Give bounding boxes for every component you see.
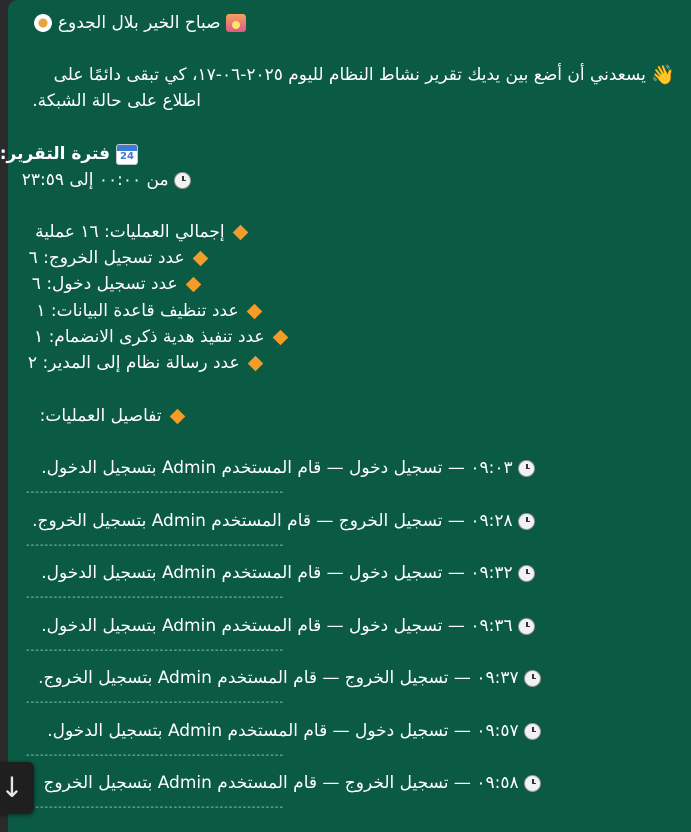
waving-hand-icon: 👋 xyxy=(651,64,675,86)
intro-text-2: اطلاع على حالة الشبكة. xyxy=(32,91,201,111)
clock-icon xyxy=(524,669,541,687)
stat-text: عدد تسجيل الخروج: ٦ xyxy=(28,248,185,268)
total-ops: إجمالي العمليات: ١٦ عملية xyxy=(35,222,225,242)
separator: ----------------------------------------… xyxy=(26,697,285,708)
intro-text-1: يسعدني أن أضع بين يديك تقرير نشاط النظام… xyxy=(53,65,646,85)
separator: ----------------------------------------… xyxy=(26,645,285,656)
orange-diamond-icon xyxy=(192,250,209,266)
greeting-line: صباح الخير بلال الجدوع xyxy=(34,10,246,36)
operation-line: ٠٩:٣٧ — تسجيل الخروج — قام المستخدم Admi… xyxy=(38,665,541,691)
stat-text: عدد تنظيف قاعدة البيانات: ١ xyxy=(36,301,239,321)
period-title-line: فترة التقرير: xyxy=(0,141,138,167)
greeting-text: صباح الخير بلال الجدوع xyxy=(57,13,221,33)
stat-text: عدد رسالة نظام إلى المدير: ٢ xyxy=(27,353,240,373)
operation-text: ٠٩:٣٦ — تسجيل دخول — قام المستخدم Admin … xyxy=(41,616,513,636)
orange-diamond-icon xyxy=(247,355,264,371)
period-title: فترة التقرير: xyxy=(0,144,111,164)
separator: ----------------------------------------… xyxy=(26,802,285,813)
clock-icon xyxy=(518,512,535,530)
orange-diamond-icon xyxy=(185,276,202,292)
period-range-line: من ٠٠:٠٠ إلى ٢٣:٥٩ xyxy=(22,167,191,193)
stat-line: عدد رسالة نظام إلى المدير: ٢ xyxy=(28,350,266,376)
arrow-down-icon: ↓ xyxy=(0,771,24,804)
separator: ----------------------------------------… xyxy=(26,540,285,551)
operation-line: ٠٩:٣٦ — تسجيل دخول — قام المستخدم Admin … xyxy=(41,613,535,639)
stat-text: عدد تسجيل دخول: ٦ xyxy=(31,274,178,294)
operation-text: ٠٩:٥٧ — تسجيل دخول — قام المستخدم Admin … xyxy=(47,721,519,741)
scroll-to-bottom-button[interactable]: ↓ xyxy=(0,762,34,814)
clock-icon xyxy=(174,171,191,189)
sunrise-icon xyxy=(226,14,246,32)
orange-diamond-icon xyxy=(272,329,289,345)
orange-diamond-icon xyxy=(169,408,186,424)
chat-view: صباح الخير بلال الجدوع 👋 يسعدني أن أضع ب… xyxy=(0,0,691,832)
operation-text: ٠٩:٢٨ — تسجيل الخروج — قام المستخدم Admi… xyxy=(32,511,513,531)
operation-line: ٠٩:٠٣ — تسجيل دخول — قام المستخدم Admin … xyxy=(41,455,535,481)
total-ops-line: إجمالي العمليات: ١٦ عملية xyxy=(35,219,251,245)
orange-diamond-icon xyxy=(246,303,263,319)
operation-text: ٠٩:٣٢ — تسجيل دخول — قام المستخدم Admin … xyxy=(41,563,513,583)
operation-text: ٠٩:٥٨ — تسجيل الخروج — قام المستخدم Admi… xyxy=(43,773,519,793)
operation-line: ٠٩:٣٢ — تسجيل دخول — قام المستخدم Admin … xyxy=(41,560,535,586)
clock-icon xyxy=(518,564,535,582)
stat-line: عدد تنفيذ هدية ذكرى الانضمام: ١ xyxy=(34,324,291,350)
stat-line: عدد تسجيل الخروج: ٦ xyxy=(29,245,211,271)
operation-line: ٠٩:٢٨ — تسجيل الخروج — قام المستخدم Admi… xyxy=(32,508,535,534)
separator: ----------------------------------------… xyxy=(26,592,285,603)
operation-line: ٠٩:٥٧ — تسجيل دخول — قام المستخدم Admin … xyxy=(47,718,541,744)
intro-line-2: اطلاع على حالة الشبكة. xyxy=(32,88,201,114)
clock-icon xyxy=(524,774,541,792)
stat-line: عدد تنظيف قاعدة البيانات: ١ xyxy=(36,298,265,324)
details-title: تفاصيل العمليات: xyxy=(39,406,162,426)
operation-text: ٠٩:٠٣ — تسجيل دخول — قام المستخدم Admin … xyxy=(41,458,513,478)
orange-diamond-icon xyxy=(232,224,249,240)
intro-line-1: 👋 يسعدني أن أضع بين يديك تقرير نشاط النظ… xyxy=(54,62,675,88)
operation-text: ٠٩:٣٧ — تسجيل الخروج — قام المستخدم Admi… xyxy=(38,668,519,688)
clock-icon xyxy=(518,617,535,635)
clock-icon xyxy=(518,459,535,477)
separator: ----------------------------------------… xyxy=(26,750,285,761)
flower-icon xyxy=(34,14,53,32)
message-bubble: صباح الخير بلال الجدوع 👋 يسعدني أن أضع ب… xyxy=(0,0,691,832)
stat-line: عدد تسجيل دخول: ٦ xyxy=(32,271,204,297)
stat-text: عدد تنفيذ هدية ذكرى الانضمام: ١ xyxy=(34,327,265,347)
separator: ----------------------------------------… xyxy=(26,487,285,498)
calendar-icon xyxy=(116,143,138,165)
operation-line: ٠٩:٥٨ — تسجيل الخروج — قام المستخدم Admi… xyxy=(43,770,541,796)
period-range: من ٠٠:٠٠ إلى ٢٣:٥٩ xyxy=(21,170,169,190)
clock-icon xyxy=(524,722,541,740)
details-title-line: تفاصيل العمليات: xyxy=(40,403,188,429)
